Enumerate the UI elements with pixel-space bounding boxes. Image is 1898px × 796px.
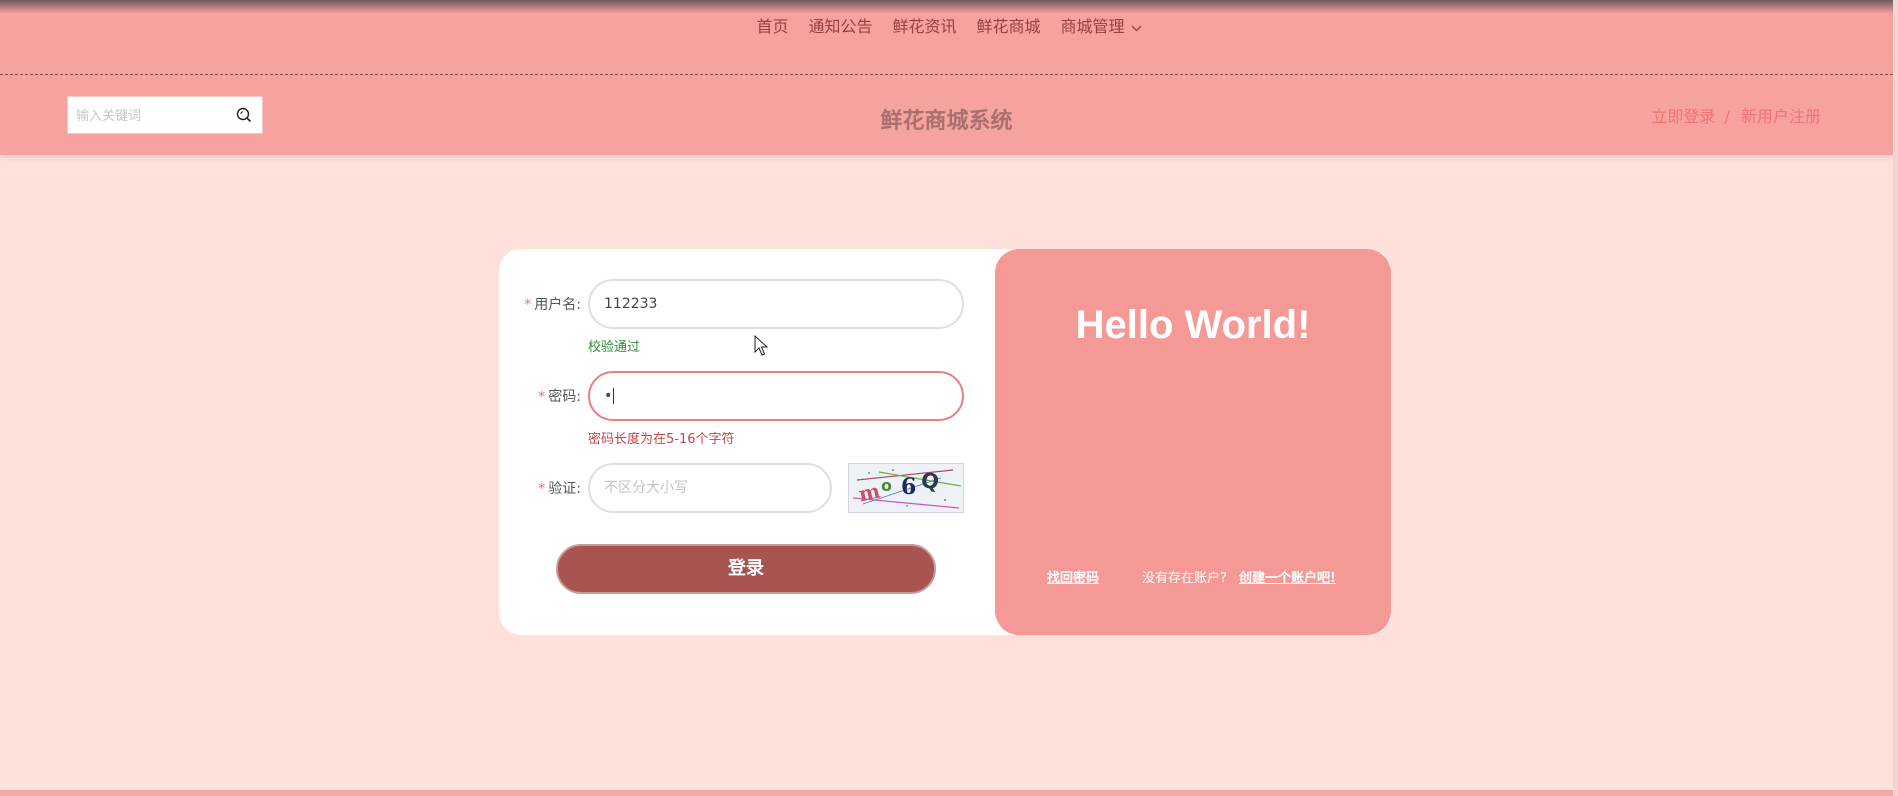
username-value: 112233: [604, 296, 658, 312]
captcha-char: Q: [920, 468, 941, 494]
captcha-graphic: m o 6 Q: [852, 468, 962, 509]
header-bar: 鲜花商城系统 立即登录 / 新用户注册: [0, 75, 1893, 155]
auth-links: 立即登录 / 新用户注册: [1651, 103, 1821, 127]
required-mark: *: [524, 297, 532, 313]
text-caret: [613, 388, 615, 404]
username-label-text: 用户名:: [534, 297, 581, 313]
nav-item-home[interactable]: 首页: [756, 13, 788, 37]
nav-item-notices[interactable]: 通知公告: [808, 13, 872, 37]
password-error-hint: 密码长度为在5-16个字符: [588, 432, 735, 447]
captcha-image[interactable]: m o 6 Q: [848, 463, 964, 513]
register-link[interactable]: 新用户注册: [1741, 107, 1821, 126]
mouse-cursor-icon: [754, 335, 768, 356]
captcha-char: o: [881, 476, 892, 495]
username-field[interactable]: 112233: [588, 279, 964, 329]
site-title: 鲜花商城系统: [880, 109, 1013, 134]
captcha-input[interactable]: 不区分大小写: [588, 463, 832, 513]
main-nav: 首页 通知公告 鲜花资讯 鲜花商城 商城管理: [0, 13, 1898, 37]
captcha-char: 6: [901, 474, 916, 500]
captcha-placeholder: 不区分大小写: [604, 480, 688, 496]
password-value: •: [604, 388, 613, 404]
scrollbar-track[interactable]: [1893, 0, 1898, 796]
captcha-label-text: 验证:: [548, 481, 581, 497]
auth-separator: /: [1724, 107, 1730, 126]
password-label-text: 密码:: [548, 389, 581, 405]
login-form: * 用户名: 112233 校验通过 * 密码: • 密码长度为在5-16个字符 *…: [499, 249, 995, 635]
top-nav-bar: 首页 通知公告 鲜花资讯 鲜花商城 商城管理: [0, 0, 1893, 75]
nav-item-shop-admin[interactable]: 商城管理: [1061, 13, 1142, 37]
username-valid-hint: 校验通过: [588, 340, 641, 355]
greeting-heading: Hello World!: [1075, 303, 1311, 347]
welcome-panel: Hello World! 找回密码 没有存在账户? 创建一个账户吧!: [995, 249, 1391, 635]
nav-item-news[interactable]: 鲜花资讯: [892, 13, 956, 37]
required-mark: *: [538, 481, 546, 497]
create-account-link[interactable]: 创建一个账户吧!: [1239, 567, 1336, 586]
chevron-down-icon: [1131, 25, 1141, 32]
nav-item-shop-admin-label: 商城管理: [1060, 17, 1125, 36]
login-button[interactable]: 登录: [556, 544, 936, 594]
required-mark: *: [538, 389, 546, 405]
captcha-label: * 验证:: [499, 478, 581, 498]
no-account-text: 没有存在账户?: [1142, 571, 1227, 586]
password-field[interactable]: •: [588, 371, 964, 421]
password-label: * 密码:: [499, 386, 581, 406]
login-card: * 用户名: 112233 校验通过 * 密码: • 密码长度为在5-16个字符 *…: [499, 249, 1391, 635]
top-shadow: [0, 0, 1893, 14]
forgot-password-link[interactable]: 找回密码: [1047, 567, 1099, 586]
nav-item-shop[interactable]: 鲜花商城: [977, 13, 1041, 37]
captcha-char: m: [856, 479, 882, 507]
footer-strip: [0, 790, 1898, 796]
login-link[interactable]: 立即登录: [1651, 107, 1715, 126]
username-label: * 用户名:: [499, 294, 581, 314]
